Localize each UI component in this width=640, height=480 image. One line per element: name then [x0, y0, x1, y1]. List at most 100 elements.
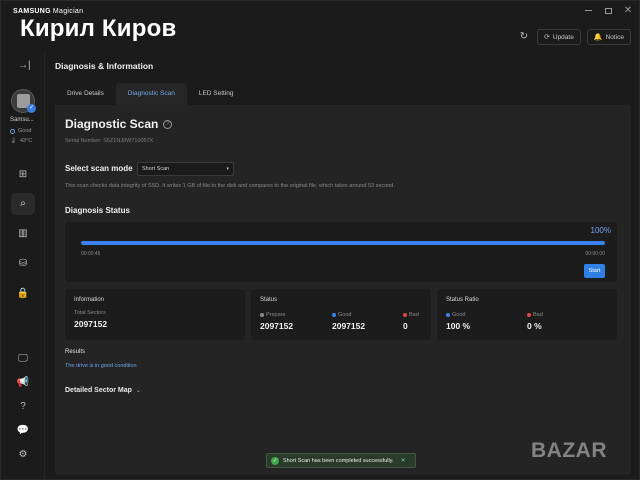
- ratio-good: Good 100 %: [446, 312, 470, 331]
- update-icon: ⟳: [544, 34, 550, 41]
- nav-data-management[interactable]: ⛁: [11, 253, 35, 275]
- status-ratio-card: Status Ratio Good 100 % Bad 0 %: [437, 289, 617, 340]
- help-icon: ?: [20, 401, 26, 412]
- tab-bar: Drive Details Diagnostic Scan LED Settin…: [55, 83, 631, 105]
- drive-avatar[interactable]: ✓: [11, 89, 36, 113]
- minimize-icon: [584, 10, 592, 11]
- maximize-button[interactable]: [601, 5, 615, 17]
- close-button[interactable]: ✕: [621, 5, 635, 17]
- drive-health-label: Good: [18, 128, 32, 134]
- elapsed-time: 00:00:45: [81, 251, 101, 257]
- serial-number: Serial Number: S6Z1NJ0W710057X: [65, 138, 154, 144]
- total-sectors-label: Total Sectors: [74, 310, 106, 316]
- diagnostic-scan-panel: Diagnostic Scan ? Serial Number: S6Z1NJ0…: [55, 105, 631, 475]
- nav-announcements[interactable]: 📢: [11, 372, 35, 394]
- drive-temperature: 🌡 43°C: [10, 138, 32, 144]
- good-dot-icon: [332, 313, 336, 317]
- information-card: Information Total Sectors 2097152: [65, 289, 245, 340]
- bad-value: 0: [403, 321, 408, 331]
- scan-mode-select[interactable]: Short Scan ▾: [137, 162, 234, 176]
- start-button[interactable]: Start: [584, 264, 605, 278]
- update-label: Update: [552, 33, 574, 41]
- progress-track: [81, 241, 605, 245]
- close-icon: ✕: [623, 5, 633, 16]
- page-title: Diagnosis & Information: [55, 61, 154, 71]
- sector-map-toggle[interactable]: Detailed Sector Map ⌄: [65, 387, 141, 394]
- notice-button[interactable]: 🔔 Notice: [586, 29, 631, 45]
- performance-icon: ▥: [18, 228, 28, 239]
- thermometer-icon: 🌡: [10, 138, 17, 144]
- status-prepare: Prepare 2097152: [260, 312, 293, 331]
- diagnosis-icon: ⌕: [20, 198, 26, 209]
- selected-check-icon: ✓: [27, 104, 36, 113]
- status-good: Good 2097152: [332, 312, 365, 331]
- scan-mode-value: Short Scan: [142, 166, 170, 172]
- total-sectors: Total Sectors 2097152: [74, 310, 107, 329]
- results-label: Results: [65, 349, 86, 355]
- nav-diagnosis[interactable]: ⌕: [11, 193, 35, 215]
- help-circle-icon[interactable]: ?: [163, 119, 173, 129]
- sidebar: →| ✓ Samsu... Good 🌡 43°C ⊞ ⌕ ▥ ⛁ 🔒 🖵 📢 …: [1, 51, 45, 479]
- tab-diagnostic-scan[interactable]: Diagnostic Scan: [115, 83, 187, 105]
- refresh-icon: ↻: [519, 31, 529, 42]
- expand-sidebar-icon[interactable]: →|: [18, 60, 31, 71]
- app-brand: SAMSUNG Magician: [13, 8, 83, 15]
- remaining-time: 00:00:00: [585, 251, 605, 257]
- prepare-dot-icon: [260, 313, 264, 317]
- toast-message: Short Scan has been completed successful…: [283, 457, 394, 464]
- ratio-good-dot-icon: [446, 313, 450, 317]
- drive-name: Samsu...: [10, 117, 34, 123]
- feedback-icon: 💬: [16, 425, 30, 436]
- monitor-icon: 🖵: [18, 353, 28, 364]
- success-check-icon: ✓: [271, 456, 279, 465]
- progress-box: 100% 00:00:45 00:00:00 Start: [65, 222, 617, 282]
- top-actions: ↻ ⟳ Update 🔔 Notice: [517, 29, 631, 45]
- minimize-button[interactable]: [581, 5, 595, 17]
- ratio-bad-value: 0 %: [527, 321, 542, 331]
- scan-title-text: Diagnostic Scan: [65, 117, 159, 131]
- nav-dashboard[interactable]: ⊞: [11, 164, 35, 186]
- nav-performance[interactable]: ▥: [11, 223, 35, 245]
- nav-feedback[interactable]: 💬: [11, 420, 35, 442]
- settings-icon: ⚙: [18, 449, 28, 460]
- tab-drive-details[interactable]: Drive Details: [55, 83, 116, 105]
- bell-icon: 🔔: [593, 34, 603, 41]
- bad-label: Bad: [409, 312, 419, 318]
- nav-settings[interactable]: ⚙: [11, 444, 35, 466]
- refresh-button[interactable]: ↻: [517, 29, 531, 45]
- diagnosis-status-heading: Diagnosis Status: [65, 206, 130, 215]
- results-value: The drive is in good condition: [65, 363, 137, 369]
- tab-led-setting[interactable]: LED Setting: [187, 83, 246, 105]
- scan-title: Diagnostic Scan ?: [65, 117, 173, 131]
- nav-monitor[interactable]: 🖵: [11, 348, 35, 370]
- ratio-bad: Bad 0 %: [527, 312, 543, 331]
- announcement-icon: 📢: [16, 377, 30, 388]
- data-management-icon: ⛁: [18, 258, 28, 269]
- information-title: Information: [74, 297, 105, 303]
- status-title: Status: [260, 297, 278, 303]
- ratio-good-label: Good: [452, 312, 466, 318]
- seller-name-overlay: Кирил Киров: [20, 15, 177, 42]
- bad-dot-icon: [403, 313, 407, 317]
- nav-security[interactable]: 🔒: [11, 283, 35, 305]
- scan-mode-label: Select scan mode: [65, 164, 133, 173]
- notice-label: Notice: [605, 33, 624, 41]
- nav-help[interactable]: ?: [11, 396, 35, 418]
- toast-close-icon[interactable]: ✕: [401, 457, 406, 464]
- bazar-logo: BAZAR: [531, 439, 607, 462]
- sector-map-label: Detailed Sector Map: [65, 387, 132, 394]
- progress-percent: 100%: [590, 226, 611, 235]
- ratio-bad-dot-icon: [527, 313, 531, 317]
- good-value: 2097152: [332, 321, 366, 331]
- security-icon: 🔒: [16, 288, 30, 299]
- ratio-good-value: 100 %: [446, 321, 471, 331]
- health-ring-icon: [10, 128, 15, 134]
- status-bad: Bad 0: [403, 312, 419, 331]
- success-toast: ✓ Short Scan has been completed successf…: [266, 453, 416, 468]
- drive-temperature-value: 43°C: [19, 138, 33, 144]
- good-label: Good: [338, 312, 352, 318]
- update-button[interactable]: ⟳ Update: [537, 29, 581, 45]
- ratio-bad-label: Bad: [533, 312, 543, 318]
- drive-health: Good: [10, 128, 31, 134]
- status-card: Status Prepare 2097152 Good 2097152 Bad …: [251, 289, 431, 340]
